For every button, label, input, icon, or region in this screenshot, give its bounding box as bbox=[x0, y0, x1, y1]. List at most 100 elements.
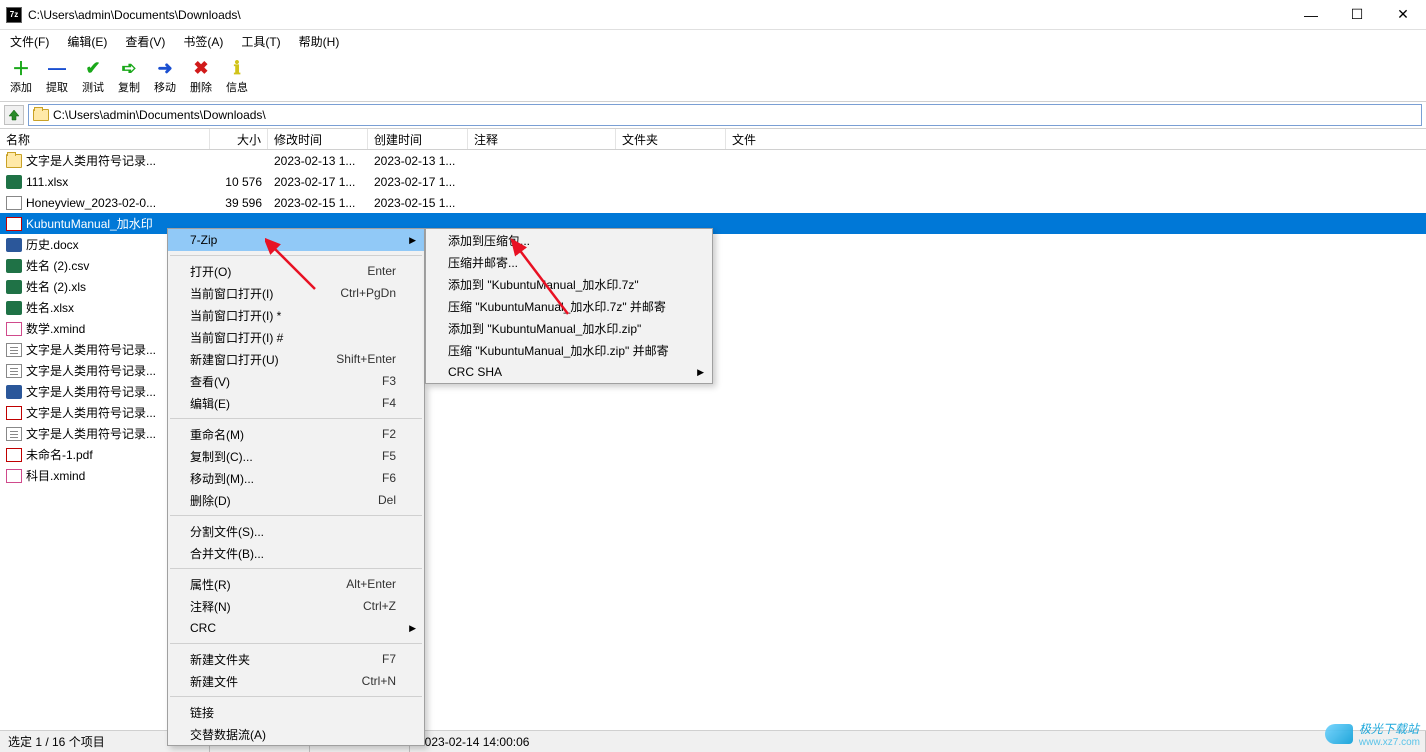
menu-item-label: 查看(V) bbox=[190, 373, 230, 390]
menubar-item[interactable]: 查看(V) bbox=[121, 31, 169, 52]
pdf-icon bbox=[6, 217, 22, 231]
file-ctime: 2023-02-17 1... bbox=[368, 171, 468, 192]
file-mtime: 2023-02-15 1... bbox=[268, 192, 368, 213]
context-menu-item[interactable]: 当前窗口打开(I) * bbox=[168, 304, 424, 326]
col-size[interactable]: 大小 bbox=[210, 129, 268, 149]
menu-item-label: 移动到(M)... bbox=[190, 470, 254, 487]
toolbar-add-button[interactable]: ＋添加 bbox=[6, 58, 36, 95]
menu-item-label: 编辑(E) bbox=[190, 395, 230, 412]
context-menu-item[interactable]: 7-Zip bbox=[168, 229, 424, 251]
titlebar: 7z C:\Users\admin\Documents\Downloads\ —… bbox=[0, 0, 1426, 30]
col-name[interactable]: 名称 bbox=[0, 129, 210, 149]
close-button[interactable]: ✕ bbox=[1380, 0, 1426, 30]
context-menu-item[interactable]: 属性(R)Alt+Enter bbox=[168, 573, 424, 595]
menu-item-label: 压缩 "KubuntuManual_加水印.7z" 并邮寄 bbox=[448, 298, 666, 315]
context-menu-item[interactable]: 复制到(C)...F5 bbox=[168, 445, 424, 467]
submenu-item[interactable]: 添加到压缩包... bbox=[426, 229, 712, 251]
menu-item-label: 压缩 "KubuntuManual_加水印.zip" 并邮寄 bbox=[448, 342, 669, 359]
minimize-button[interactable]: — bbox=[1288, 0, 1334, 30]
context-menu-item[interactable]: 查看(V) F3 bbox=[168, 370, 424, 392]
file-name: 文字是人类用符号记录... bbox=[26, 152, 156, 169]
col-files[interactable]: 文件 bbox=[726, 129, 826, 149]
menu-shortcut: Enter bbox=[367, 264, 396, 278]
submenu-item[interactable]: 压缩并邮寄... bbox=[426, 251, 712, 273]
context-submenu-7zip[interactable]: 添加到压缩包...压缩并邮寄... 添加到 "KubuntuManual_加水印.… bbox=[425, 228, 713, 384]
test-icon: ✔ bbox=[83, 58, 103, 78]
doc-icon bbox=[6, 385, 22, 399]
menubar-item[interactable]: 书签(A) bbox=[179, 31, 227, 52]
toolbar-extract-button[interactable]: —提取 bbox=[42, 58, 72, 95]
context-menu-item[interactable]: 新建窗口打开(U)Shift+Enter bbox=[168, 348, 424, 370]
file-row[interactable]: 111.xlsx10 5762023-02-17 1...2023-02-17 … bbox=[0, 171, 1426, 192]
context-menu-item[interactable]: 分割文件(S)... bbox=[168, 520, 424, 542]
context-menu-item[interactable]: 移动到(M)...F6 bbox=[168, 467, 424, 489]
context-menu-item[interactable]: 交替数据流(A) bbox=[168, 723, 424, 745]
menu-shortcut: F3 bbox=[382, 374, 396, 388]
address-input[interactable] bbox=[53, 108, 1417, 122]
menu-shortcut: Ctrl+N bbox=[362, 674, 396, 688]
context-menu-item[interactable]: 注释(N)Ctrl+Z bbox=[168, 595, 424, 617]
menu-item-label: 添加到 "KubuntuManual_加水印.zip" bbox=[448, 320, 641, 337]
window-controls: — ☐ ✕ bbox=[1288, 0, 1426, 30]
menubar-item[interactable]: 工具(T) bbox=[237, 31, 284, 52]
xls-icon bbox=[6, 280, 22, 294]
maximize-button[interactable]: ☐ bbox=[1334, 0, 1380, 30]
file-size bbox=[210, 150, 268, 171]
folder-icon bbox=[6, 154, 22, 168]
xls-icon bbox=[6, 175, 22, 189]
menu-item-label: 当前窗口打开(I) * bbox=[190, 307, 281, 324]
context-menu-item[interactable]: 重命名(M)F2 bbox=[168, 423, 424, 445]
toolbar-copy-button[interactable]: ➪复制 bbox=[114, 58, 144, 95]
file-row[interactable]: Honeyview_2023-02-0...39 5962023-02-15 1… bbox=[0, 192, 1426, 213]
context-menu-item[interactable]: 编辑(E) F4 bbox=[168, 392, 424, 414]
menu-shortcut: F4 bbox=[382, 396, 396, 410]
context-menu-item[interactable]: 新建文件Ctrl+N bbox=[168, 670, 424, 692]
extract-icon: — bbox=[47, 58, 67, 78]
pdf-icon bbox=[6, 406, 22, 420]
col-folders[interactable]: 文件夹 bbox=[616, 129, 726, 149]
menu-shortcut: Del bbox=[378, 493, 396, 507]
folder-icon bbox=[33, 109, 49, 121]
col-ctime[interactable]: 创建时间 bbox=[368, 129, 468, 149]
delete-icon: ✖ bbox=[191, 58, 211, 78]
menu-item-label: 交替数据流(A) bbox=[190, 726, 266, 743]
menubar-item[interactable]: 帮助(H) bbox=[295, 31, 344, 52]
file-size: 10 576 bbox=[210, 171, 268, 192]
file-name: 文字是人类用符号记录... bbox=[26, 425, 156, 442]
context-menu-item[interactable]: 删除(D)Del bbox=[168, 489, 424, 511]
submenu-item[interactable]: 添加到 "KubuntuManual_加水印.zip" bbox=[426, 317, 712, 339]
context-menu-item[interactable]: 新建文件夹F7 bbox=[168, 648, 424, 670]
submenu-item[interactable]: 添加到 "KubuntuManual_加水印.7z" bbox=[426, 273, 712, 295]
up-button[interactable] bbox=[4, 105, 24, 125]
status-date: 2023-02-14 14:00:06 bbox=[410, 731, 1426, 752]
context-menu-item[interactable]: 当前窗口打开(I)Ctrl+PgDn bbox=[168, 282, 424, 304]
toolbar-info-button[interactable]: ℹ信息 bbox=[222, 58, 252, 95]
context-menu[interactable]: 7-Zip 打开(O)Enter当前窗口打开(I)Ctrl+PgDn 当前窗口打开(… bbox=[167, 228, 425, 746]
context-menu-item[interactable]: 合并文件(B)... bbox=[168, 542, 424, 564]
toolbar-delete-button[interactable]: ✖删除 bbox=[186, 58, 216, 95]
file-size: 39 596 bbox=[210, 192, 268, 213]
submenu-item[interactable]: 压缩 "KubuntuManual_加水印.7z" 并邮寄 bbox=[426, 295, 712, 317]
file-row[interactable]: 文字是人类用符号记录...2023-02-13 1...2023-02-13 1… bbox=[0, 150, 1426, 171]
submenu-item[interactable]: CRC SHA bbox=[426, 361, 712, 383]
col-mtime[interactable]: 修改时间 bbox=[268, 129, 368, 149]
generic-icon bbox=[6, 196, 22, 210]
context-menu-item[interactable]: 链接 bbox=[168, 701, 424, 723]
menubar-item[interactable]: 编辑(E) bbox=[63, 31, 111, 52]
toolbar-move-button[interactable]: ➜移动 bbox=[150, 58, 180, 95]
address-input-wrap[interactable] bbox=[28, 104, 1422, 126]
watermark-text: 极光下载站 www.xz7.com bbox=[1359, 720, 1420, 748]
menu-item-label: 添加到 "KubuntuManual_加水印.7z" bbox=[448, 276, 639, 293]
menu-separator bbox=[170, 418, 422, 419]
copy-icon: ➪ bbox=[119, 58, 139, 78]
col-comment[interactable]: 注释 bbox=[468, 129, 616, 149]
menubar-item[interactable]: 文件(F) bbox=[6, 31, 53, 52]
submenu-item[interactable]: 压缩 "KubuntuManual_加水印.zip" 并邮寄 bbox=[426, 339, 712, 361]
toolbar-test-button[interactable]: ✔测试 bbox=[78, 58, 108, 95]
context-menu-item[interactable]: 打开(O)Enter bbox=[168, 260, 424, 282]
file-name: 历史.docx bbox=[26, 236, 79, 253]
doc-icon bbox=[6, 238, 22, 252]
context-menu-item[interactable]: 当前窗口打开(I) # bbox=[168, 326, 424, 348]
context-menu-item[interactable]: CRC bbox=[168, 617, 424, 639]
menu-separator bbox=[170, 643, 422, 644]
